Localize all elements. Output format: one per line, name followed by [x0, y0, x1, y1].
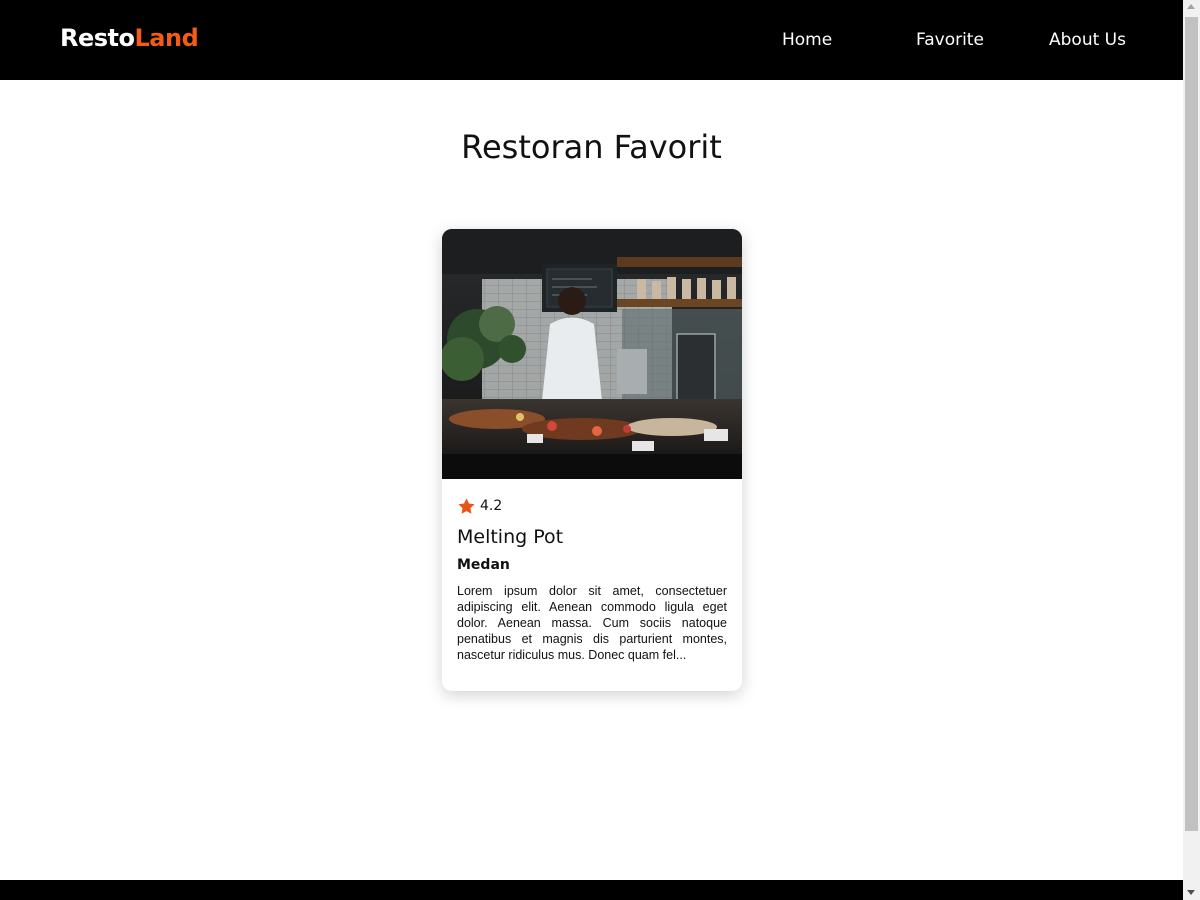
nav-link-favorite[interactable]: Favorite — [916, 30, 984, 50]
logo[interactable]: RestoLand — [60, 24, 199, 52]
logo-text-land: Land — [134, 24, 199, 52]
page: RestoLand Home Favorite About Us Restora… — [0, 0, 1183, 900]
page-title: Restoran Favorit — [461, 128, 722, 166]
restaurant-description: Lorem ipsum dolor sit amet, consectetuer… — [457, 584, 727, 662]
footer — [0, 880, 1183, 900]
scroll-up-arrow-icon[interactable] — [1187, 4, 1195, 9]
restaurant-name[interactable]: Melting Pot — [457, 526, 727, 548]
star-icon — [458, 497, 475, 514]
restaurant-card-body: 4.2 Melting Pot Medan Lorem ipsum dolor … — [457, 495, 727, 663]
vertical-scrollbar[interactable] — [1183, 0, 1200, 900]
restaurant-image — [442, 229, 742, 479]
navbar: RestoLand Home Favorite About Us — [0, 0, 1183, 80]
restaurant-card[interactable]: 4.2 Melting Pot Medan Lorem ipsum dolor … — [442, 229, 742, 691]
nav-link-about-us[interactable]: About Us — [1049, 30, 1126, 50]
nav-link-home[interactable]: Home — [782, 30, 832, 50]
rating-value: 4.2 — [480, 498, 503, 514]
restaurant-city: Medan — [457, 557, 510, 573]
scrollbar-thumb[interactable] — [1185, 17, 1198, 831]
rating: 4.2 — [457, 495, 727, 517]
scroll-down-arrow-icon[interactable] — [1187, 890, 1195, 895]
logo-text-resto: Resto — [60, 24, 135, 52]
